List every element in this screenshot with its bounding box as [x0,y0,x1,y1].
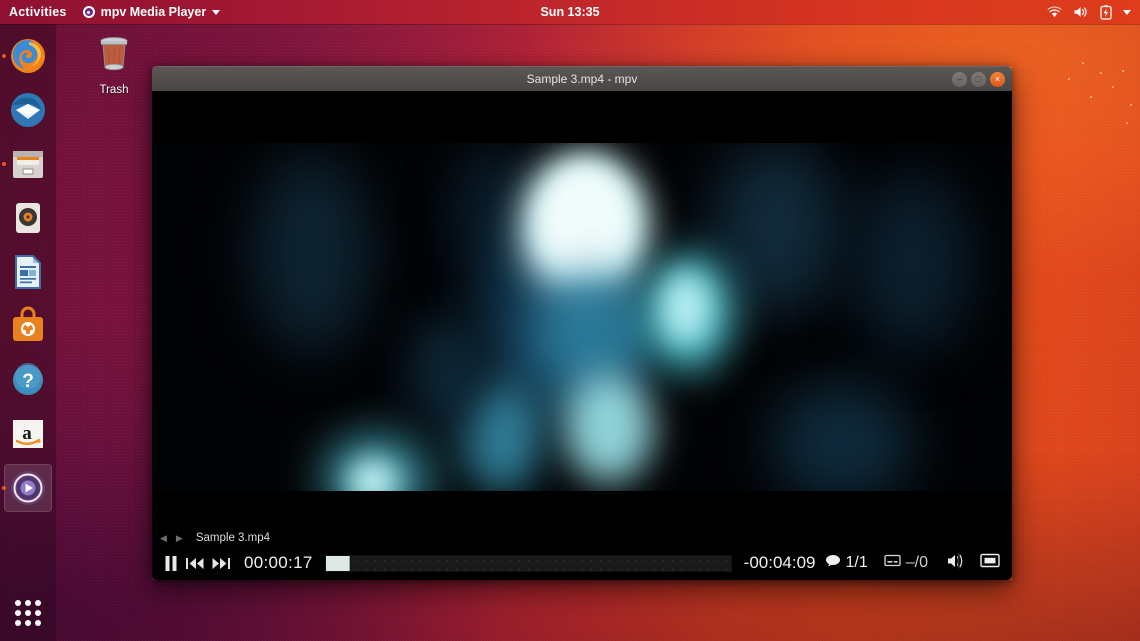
video-subject-leg [564,373,654,483]
desktop-icon-trash[interactable]: Trash [84,32,144,96]
system-menu-chevron-down-icon[interactable] [1123,9,1131,15]
video-glow [712,143,842,313]
skip-back-button[interactable] [182,556,208,571]
playlist-filename: Sample 3.mp4 [195,532,270,544]
dock-item-amazon[interactable]: a [4,410,52,458]
wallpaper-star [1112,86,1114,88]
wifi-icon[interactable] [1047,5,1062,19]
rhythmbox-icon [8,198,48,238]
mpv-icon [8,468,48,508]
time-remaining[interactable]: -00:04:09 [744,553,816,573]
playlist-row: ◀ ▶ Sample 3.mp4 [152,532,1012,550]
audio-track-count: 1/1 [845,554,868,571]
volume-icon[interactable] [1073,5,1089,19]
playback-controls: 00:00:17 -00:04:09 1/1 –/0 [152,550,1012,580]
help-icon: ? [8,360,48,400]
svg-text:?: ? [22,371,34,392]
activities-button[interactable]: Activities [9,5,67,19]
grid-dot [35,620,41,626]
seek-bar-texture [325,555,731,571]
playlist-next-icon[interactable]: ▶ [176,533,183,544]
wallpaper-star [1126,122,1128,124]
wallpaper-star [1130,104,1132,106]
show-applications-button[interactable] [10,595,46,631]
dock-item-help[interactable]: ? [4,356,52,404]
trash-label: Trash [99,84,129,96]
dock-item-thunderbird[interactable] [4,86,52,134]
audio-track-selector[interactable]: 1/1 [825,554,868,572]
dock-item-mpv[interactable] [4,464,52,512]
dock-item-ubuntu-software[interactable] [4,302,52,350]
system-tray [1047,4,1140,20]
video-subject-arm [662,273,710,343]
minimize-button[interactable]: – [952,71,967,87]
mpv-osc-controls: ◀ ▶ Sample 3.mp4 00:00:17 -00:04:09 1/1 … [152,515,1012,580]
window-title: Sample 3.mp4 - mpv [526,72,638,86]
wallpaper-star [1082,62,1084,64]
subtitle-track-selector[interactable]: –/0 [884,554,928,572]
video-frame [152,143,1012,491]
grid-dot [35,600,41,606]
speech-bubble-icon [825,554,841,572]
battery-charging-icon[interactable] [1100,4,1112,20]
time-position[interactable]: 00:00:17 [244,553,313,573]
seek-bar-progress [325,555,350,571]
mpv-icon [82,6,95,18]
video-ambient-glow [772,383,912,491]
wallpaper-star [1100,72,1102,74]
firefox-icon [8,36,48,76]
video-glow [252,153,372,353]
fullscreen-button[interactable] [980,553,1004,573]
amazon-icon: a [8,414,48,454]
libreoffice-writer-icon [8,252,48,292]
close-button[interactable]: × [990,71,1005,87]
grid-dot [35,610,41,616]
window-titlebar[interactable]: Sample 3.mp4 - mpv – □ × [152,66,1012,91]
video-subject-head [538,165,632,275]
video-glow [852,173,972,353]
video-area[interactable] [152,91,1012,515]
svg-text:a: a [22,423,32,444]
grid-dot [25,600,31,606]
wallpaper-star [1122,70,1124,72]
grid-dot [15,600,21,606]
files-icon [8,144,48,184]
dock-item-rhythmbox[interactable] [4,194,52,242]
ubuntu-software-icon [8,306,48,346]
dock-item-firefox[interactable] [4,32,52,80]
volume-muted-button[interactable] [946,553,970,574]
app-menu-button[interactable]: mpv Media Player [82,5,221,19]
maximize-button[interactable]: □ [971,71,986,87]
grid-dot [25,610,31,616]
grid-dot [25,620,31,626]
grid-dot [15,620,21,626]
dock-item-libreoffice-writer[interactable] [4,248,52,296]
video-ambient-glow [412,313,482,433]
pause-button[interactable] [160,555,182,572]
grid-dot [15,610,21,616]
window-buttons: – □ × [952,71,1012,87]
mpv-window: Sample 3.mp4 - mpv – □ × ◀ ▶ Sample 3.mp… [152,66,1012,580]
subtitle-track-count: –/0 [905,554,928,571]
clock[interactable]: Sun 13:35 [540,5,599,19]
launcher-dock: ? a [0,24,56,641]
chevron-down-icon [212,9,221,15]
wallpaper-star [1068,78,1070,80]
wallpaper-star [1090,96,1092,98]
video-subject-body [532,273,652,393]
subtitle-icon [884,554,901,572]
seek-bar[interactable] [324,554,732,572]
app-menu-label: mpv Media Player [100,5,207,19]
thunderbird-icon [8,90,48,130]
playlist-prev-icon[interactable]: ◀ [160,533,167,544]
top-bar: Activities mpv Media Player Sun 13:35 [0,0,1140,24]
trash-icon [100,37,128,71]
dock-item-files[interactable] [4,140,52,188]
skip-forward-button[interactable] [208,556,234,571]
